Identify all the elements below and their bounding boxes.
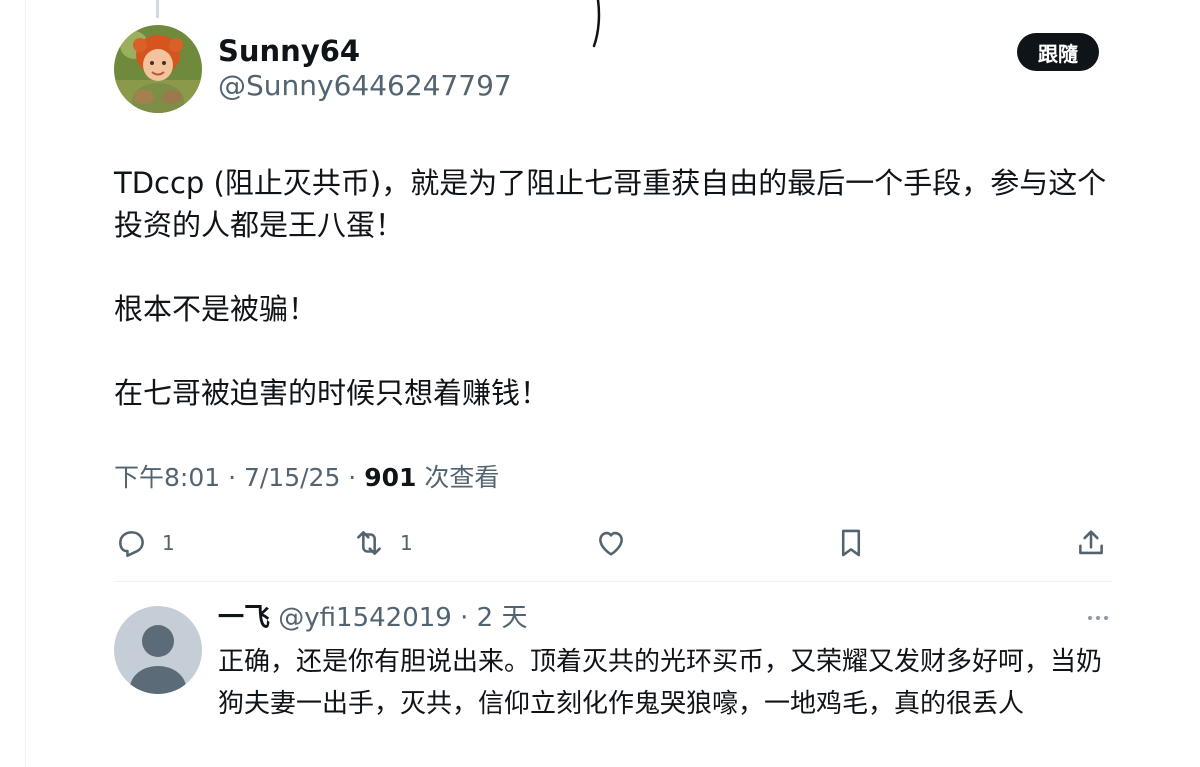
more-icon[interactable]	[1086, 612, 1110, 624]
divider	[114, 581, 1112, 582]
tweet-paragraph: 在七哥被迫害的时候只想着赚钱！	[114, 376, 550, 410]
author-handle[interactable]: @Sunny6446247797	[218, 68, 512, 104]
reply-author-name[interactable]: 一飞	[218, 603, 270, 633]
reply-header: 一飞 @yfi1542019 · 2 天	[218, 600, 527, 636]
reply-text: 正确，还是你有胆说出来。顶着灭共的光环买币，又荣耀又发财多好呵，当奶狗夫妻一出手…	[218, 647, 1103, 719]
reply-button[interactable]: 1	[114, 523, 175, 563]
tweet-text: TDccp (阻止灭共币)，就是为了阻止七哥重获自由的最后一个手段，参与这个投资…	[114, 162, 1124, 414]
reply-handle-time[interactable]: @yfi1542019 · 2 天	[270, 603, 527, 633]
reply-count: 1	[162, 531, 175, 555]
author-avatar[interactable]	[114, 25, 202, 113]
tweet-paragraph: TDccp (阻止灭共币)，就是为了阻止七哥重获自由的最后一个手段，参与这个投资…	[114, 166, 1107, 242]
heart-icon	[599, 531, 623, 556]
views-count: 901	[364, 463, 417, 492]
retweet-icon	[357, 531, 381, 555]
follow-button[interactable]: 跟隨	[1017, 33, 1099, 71]
author-display-name[interactable]: Sunny64	[218, 32, 360, 70]
share-button[interactable]	[1074, 523, 1108, 563]
tweet-paragraph: 根本不是被骗！	[114, 292, 318, 326]
retweet-button[interactable]: 1	[352, 523, 413, 563]
column-border	[25, 0, 26, 767]
bookmark-icon	[841, 529, 861, 557]
share-icon	[1079, 530, 1103, 555]
tweet-timestamp[interactable]: 下午8:01 · 7/15/25 ·	[114, 463, 364, 492]
retweet-count: 1	[400, 531, 413, 555]
pen-scribble-mark	[592, 0, 601, 48]
tweet-meta: 下午8:01 · 7/15/25 · 901 次查看	[114, 460, 499, 496]
thread-connector-line	[156, 0, 159, 18]
bookmark-button[interactable]	[834, 523, 868, 563]
reply-icon	[119, 531, 144, 558]
views-label: 次查看	[416, 463, 500, 492]
like-button[interactable]	[594, 523, 628, 563]
reply-author-avatar[interactable]	[114, 606, 202, 694]
tweet-detail-page: Sunny64 @Sunny6446247797 跟隨 TDccp (阻止灭共币…	[0, 0, 1200, 767]
